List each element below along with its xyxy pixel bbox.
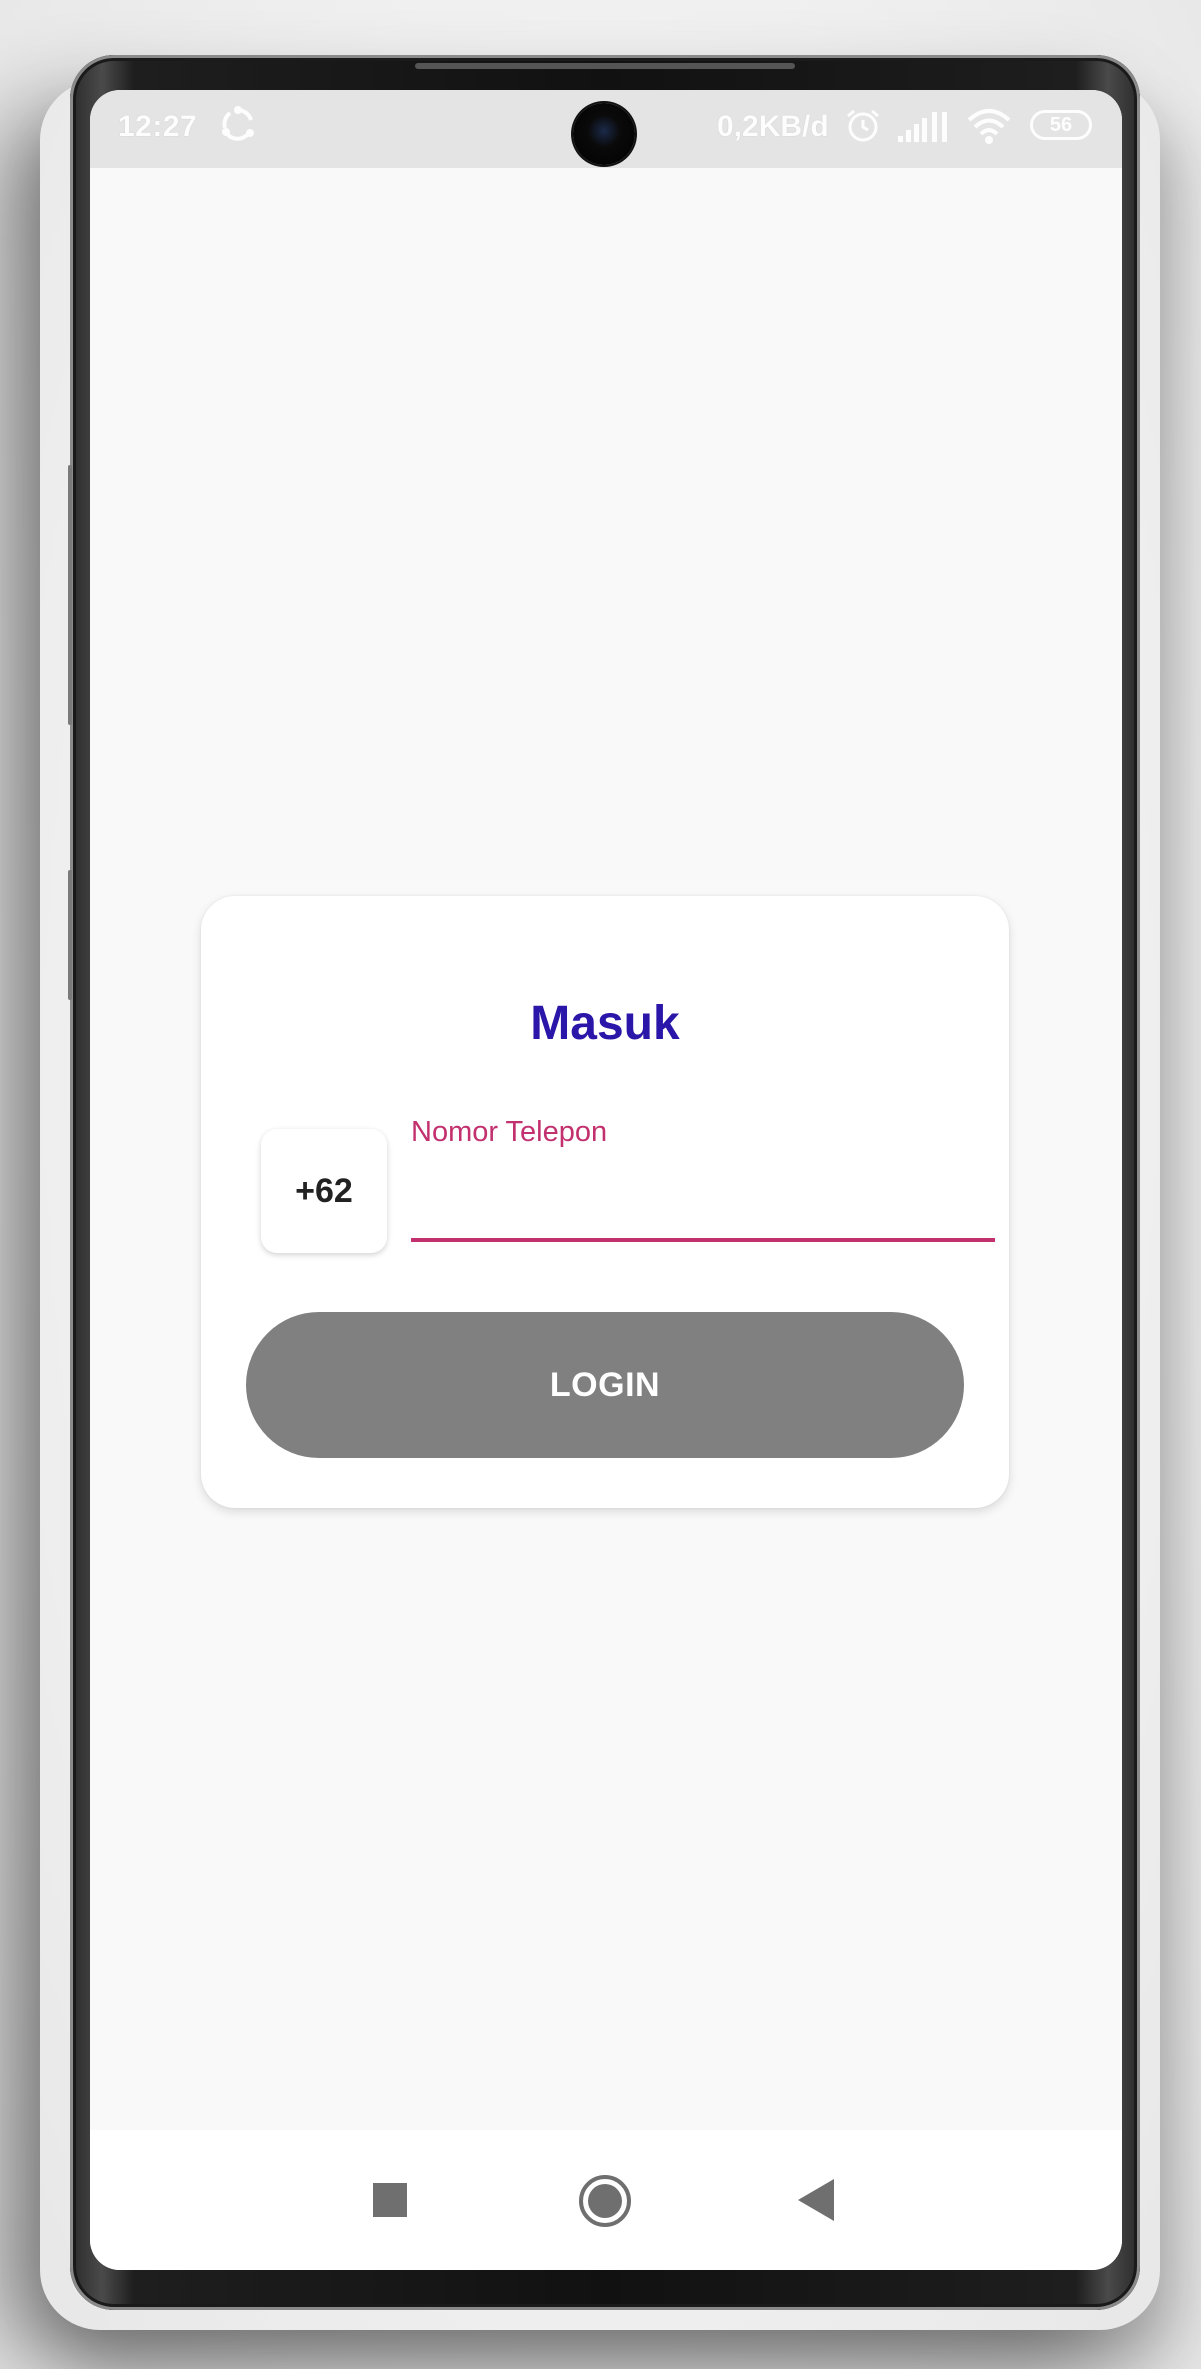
alarm-icon (847, 109, 879, 142)
back-triangle-icon[interactable] (796, 2177, 836, 2223)
sync-icon (222, 106, 254, 141)
power-button (68, 870, 72, 1000)
country-code-button[interactable]: +62 (261, 1129, 387, 1253)
phone-frame: 12:27 0,2KB/d 56 Masuk +62 Nomor Telepon… (68, 55, 1140, 2310)
recents-square-icon[interactable] (373, 2183, 407, 2217)
signal-icon (898, 112, 947, 142)
page-title: Masuk (530, 997, 680, 1050)
screen: 12:27 0,2KB/d 56 Masuk +62 Nomor Telepon… (90, 90, 1122, 2270)
battery-level: 56 (1049, 114, 1073, 136)
status-bar: 12:27 0,2KB/d 56 (90, 90, 1122, 168)
data-rate: 0,2KB/d (717, 110, 829, 143)
phone-field-label: Nomor Telepon (411, 1116, 608, 1148)
phone-number-input[interactable] (411, 1158, 995, 1242)
volume-button (68, 465, 72, 725)
battery-icon: 56 (1030, 110, 1092, 140)
wifi-icon (967, 109, 1011, 144)
navigation-bar (90, 2130, 1122, 2270)
login-card: Masuk +62 Nomor Telepon LOGIN (201, 896, 1009, 1508)
login-button[interactable]: LOGIN (246, 1312, 964, 1458)
home-circle-icon[interactable] (578, 2174, 632, 2228)
status-time: 12:27 (118, 110, 198, 143)
earpiece-slit (415, 63, 795, 69)
front-camera (573, 103, 635, 165)
